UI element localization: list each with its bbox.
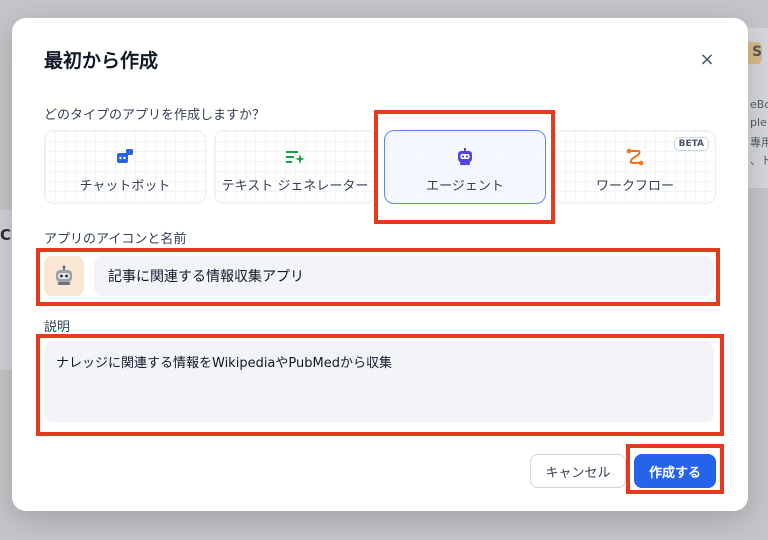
- app-icon-picker[interactable]: [44, 256, 84, 296]
- workflow-icon: [625, 147, 645, 167]
- background-card-text: ple: [750, 116, 767, 129]
- robot-emoji-icon: [56, 265, 72, 285]
- close-icon: ×: [699, 48, 715, 70]
- app-type-question: どのタイプのアプリを作成しますか？: [44, 108, 266, 123]
- description-textarea[interactable]: ナレッジに関連する情報をWikipediaやPubMedから収集: [44, 342, 714, 422]
- app-type-label: テキスト ジェネレーター: [221, 179, 369, 194]
- app-name-value: 記事に関連する情報収集アプリ: [108, 269, 304, 285]
- background-card-text: eBo: [750, 98, 768, 111]
- chatbot-icon: [115, 147, 135, 167]
- text-generator-icon: [285, 147, 305, 167]
- app-name-input[interactable]: 記事に関連する情報収集アプリ: [94, 256, 714, 296]
- background-card-text: 專用: [750, 136, 768, 149]
- agent-robot-icon: [455, 147, 475, 167]
- close-button[interactable]: ×: [696, 48, 718, 70]
- background-card-text: 、ト: [750, 154, 768, 167]
- description-label: 説明: [44, 320, 71, 335]
- app-type-label: チャットボット: [79, 179, 171, 194]
- app-type-chatbot[interactable]: チャットボット: [44, 130, 206, 204]
- create-button[interactable]: 作成する: [634, 454, 716, 488]
- app-type-label: ワークフロー: [595, 179, 674, 194]
- app-type-text-generator[interactable]: テキスト ジェネレーター: [214, 130, 376, 204]
- app-type-selector: チャットボット テキスト ジェネレーター エージェント BETA ワークフロー: [44, 130, 716, 204]
- background-card-title: S: [752, 44, 763, 60]
- create-app-modal: 最初から作成 × どのタイプのアプリを作成しますか？ チャットボット テキスト …: [12, 18, 748, 511]
- background-left-text: C: [0, 226, 12, 244]
- app-type-label: エージェント: [426, 179, 504, 194]
- app-name-section-label: アプリのアイコンと名前: [44, 232, 187, 247]
- modal-title: 最初から作成: [44, 50, 159, 72]
- app-type-agent[interactable]: エージェント: [384, 130, 546, 204]
- description-value: ナレッジに関連する情報をWikipediaやPubMedから収集: [56, 356, 392, 371]
- cancel-button[interactable]: キャンセル: [530, 454, 626, 488]
- app-type-workflow[interactable]: BETA ワークフロー: [554, 130, 716, 204]
- beta-badge: BETA: [673, 137, 709, 151]
